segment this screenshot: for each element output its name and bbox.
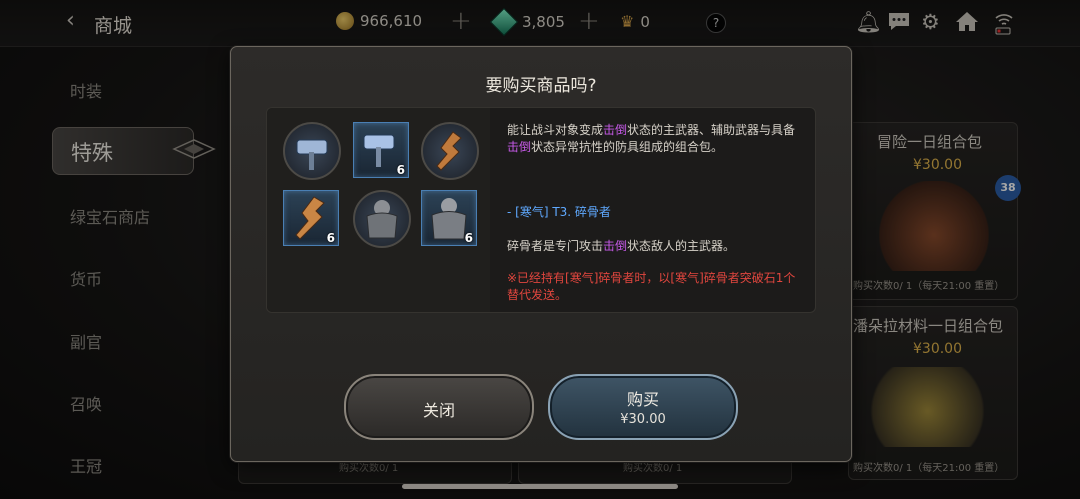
keyword-knockdown: 击倒	[603, 239, 628, 253]
item-quantity: 6	[464, 231, 473, 245]
close-button-label: 关闭	[422, 401, 455, 420]
package-description: 能让战斗对象变成击倒状态的主武器、辅助武器与具备击倒状态异常抗性的防具组成的组合…	[507, 122, 807, 156]
keyword-knockdown: 击倒	[507, 140, 532, 154]
close-button[interactable]: 关闭	[344, 374, 534, 440]
desc-text: 碎骨者是专门攻击	[507, 239, 604, 253]
axe-icon	[436, 131, 462, 171]
item-slot[interactable]: 6	[421, 190, 477, 246]
item-slot[interactable]	[353, 190, 411, 248]
keyword-knockdown: 击倒	[603, 123, 628, 137]
desc-text: 状态的主武器、辅助武器与具备	[627, 123, 796, 137]
item-slot[interactable]: 6	[283, 190, 339, 246]
hammer-icon	[296, 139, 328, 170]
item-slot[interactable]	[283, 122, 341, 180]
buy-button-label: 购买	[626, 390, 659, 409]
item-slot[interactable]: 6	[353, 122, 409, 178]
item-description: 碎骨者是专门攻击击倒状态敌人的主武器。	[507, 238, 807, 255]
home-indicator[interactable]	[402, 484, 678, 489]
buy-button[interactable]: 购买 ¥30.00	[548, 374, 738, 440]
dialog-title: 要购买商品吗?	[485, 76, 597, 96]
purchase-confirm-dialog: 要购买商品吗? 6 6 6 能让战斗对象变成击倒状态的主武器、辅助武器与具备击倒…	[230, 46, 852, 462]
warning-note: ※已经持有[寒气]碎骨者时，以[寒气]碎骨者突破石1个替代发送。	[507, 271, 796, 302]
item-name: - [寒气] T3. 碎骨者	[507, 205, 611, 219]
package-detail-panel: 6 6 6 能让战斗对象变成击倒状态的主武器、辅助武器与具备击倒状态异常抗性的防…	[266, 107, 816, 313]
item-quantity: 6	[326, 231, 335, 245]
desc-text: 状态异常抗性的防具组成的组合包。	[531, 140, 724, 154]
buy-button-price: ¥30.00	[620, 412, 666, 427]
item-slot[interactable]	[421, 122, 479, 180]
armor-icon	[366, 200, 398, 239]
desc-text: 状态敌人的主武器。	[627, 239, 736, 253]
desc-text: 能让战斗对象变成	[507, 123, 604, 137]
item-quantity: 6	[396, 163, 405, 177]
